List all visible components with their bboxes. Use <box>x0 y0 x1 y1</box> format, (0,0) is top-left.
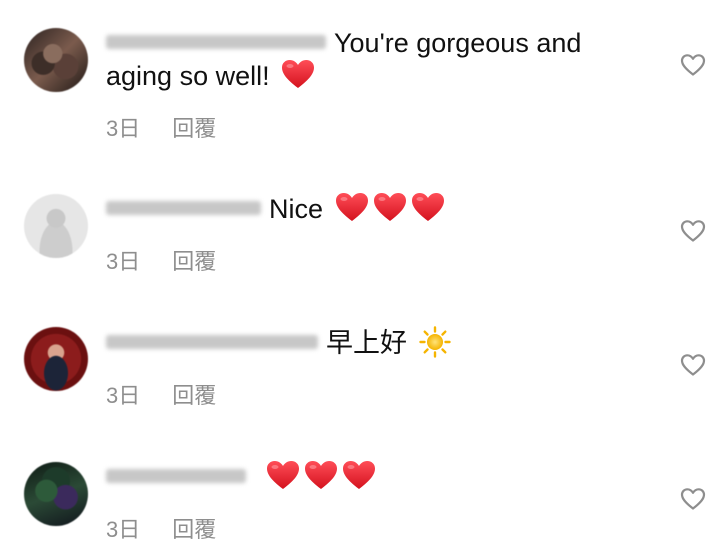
comment-item: 3日 回覆 <box>0 0 713 543</box>
reply-button[interactable]: 回覆 <box>172 517 216 542</box>
red-heart-emoji <box>342 461 375 490</box>
comment-text-line <box>106 461 623 494</box>
blurred-username[interactable] <box>106 468 246 483</box>
timestamp: 3日 <box>106 517 141 542</box>
avatar[interactable] <box>24 462 88 526</box>
heart-outline-icon[interactable] <box>680 487 706 511</box>
comment-meta: 3日 回覆 <box>106 512 216 544</box>
red-heart-emoji <box>304 461 337 490</box>
red-heart-emoji <box>266 461 299 490</box>
